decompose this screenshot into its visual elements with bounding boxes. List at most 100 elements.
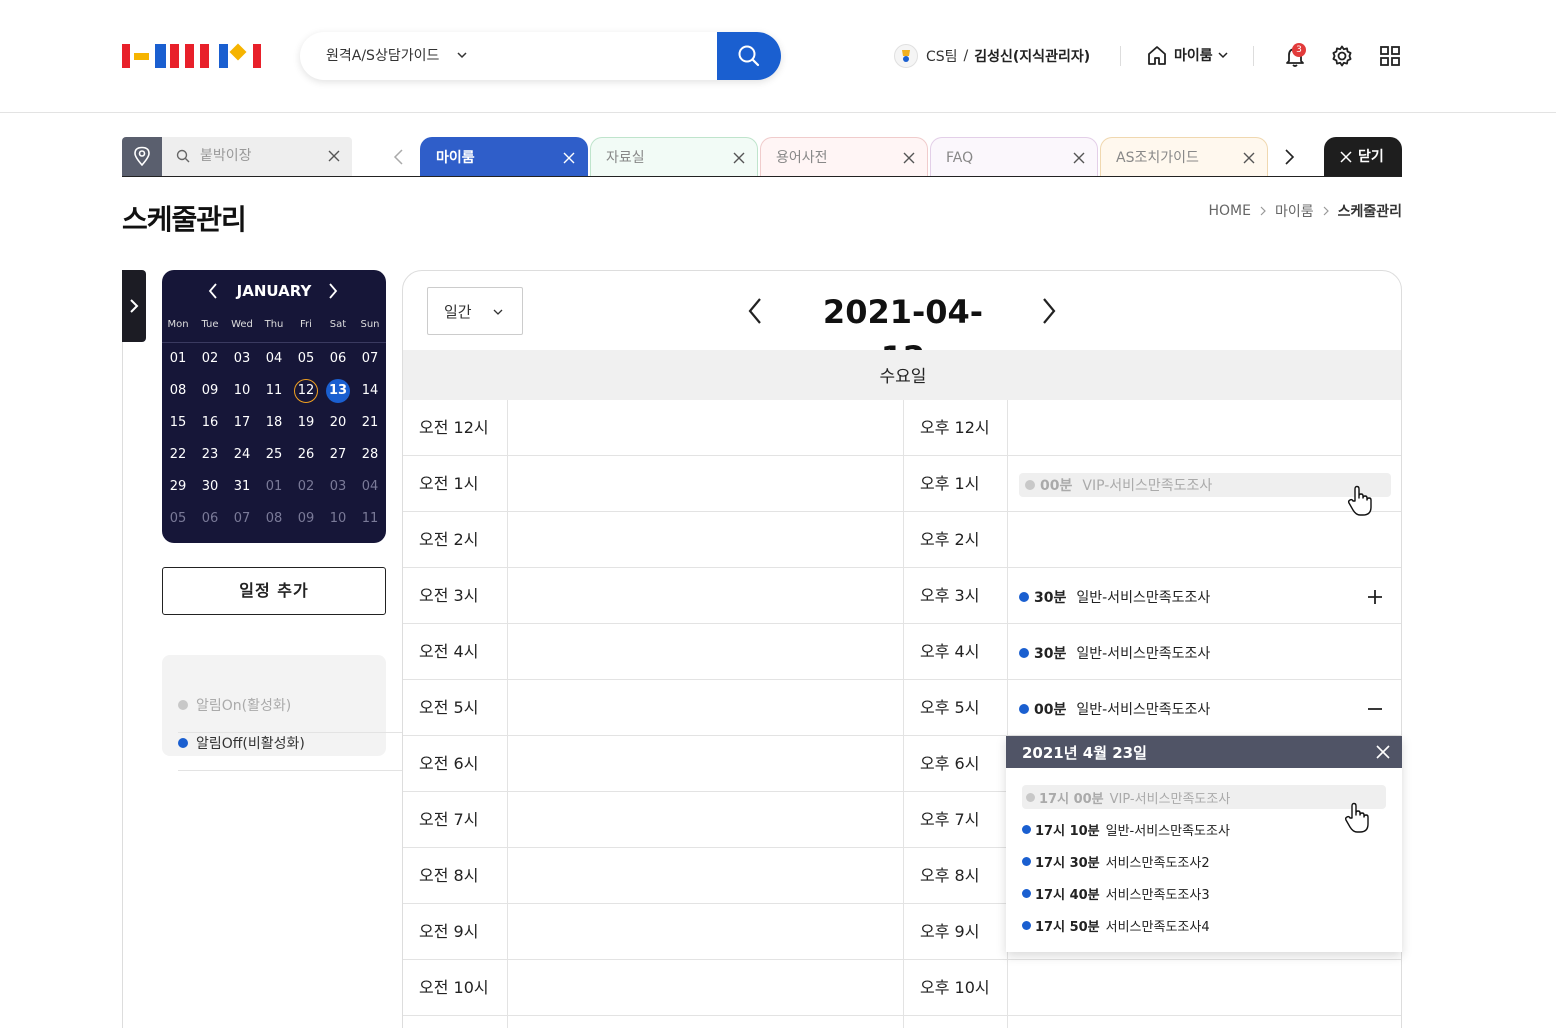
divider — [1253, 46, 1254, 66]
tab-glossary[interactable]: 용어사전 — [760, 137, 928, 176]
calendar-day[interactable]: 14 — [358, 379, 382, 403]
calendar-day[interactable]: 10 — [230, 379, 254, 403]
tab-faq[interactable]: FAQ — [930, 137, 1098, 176]
chevron-left-icon[interactable] — [392, 149, 406, 165]
calendar-day[interactable]: 04 — [262, 347, 286, 371]
close-icon[interactable] — [903, 152, 915, 164]
calendar-day[interactable]: 18 — [262, 411, 286, 435]
calendar-day[interactable]: 01 — [166, 347, 190, 371]
calendar-day[interactable]: 15 — [166, 411, 190, 435]
weekday-label: Mon — [167, 319, 189, 330]
notification-button[interactable]: 3 — [1283, 43, 1307, 68]
close-all-tabs-button[interactable]: 닫기 — [1324, 137, 1402, 176]
calendar-day[interactable]: 17 — [230, 411, 254, 435]
tab-library[interactable]: 자료실 — [590, 137, 758, 176]
apps-button[interactable] — [1379, 45, 1401, 67]
view-select[interactable]: 일간 — [427, 287, 523, 335]
sidebar-toggle[interactable] — [122, 270, 146, 342]
close-icon[interactable] — [563, 152, 575, 164]
schedule-event[interactable]: 00분 일반-서비스만족도조사 — [1019, 697, 1210, 721]
pm-hour-label: 오후 10시 — [920, 978, 990, 997]
collapse-icon[interactable] — [1367, 701, 1383, 717]
event-title: 서비스만족도조사3 — [1105, 887, 1210, 903]
calendar-day[interactable]: 03 — [230, 347, 254, 371]
pm-hour-label: 오후 12시 — [920, 418, 990, 437]
tab-myroom[interactable]: 마이룸 — [420, 137, 588, 176]
chevron-right-icon[interactable] — [1041, 297, 1057, 325]
calendar-day[interactable]: 08 — [262, 507, 286, 531]
logo[interactable] — [122, 43, 262, 68]
calendar-day[interactable]: 25 — [262, 443, 286, 467]
calendar-day[interactable]: 09 — [198, 379, 222, 403]
calendar-day[interactable]: 11 — [262, 379, 286, 403]
calendar-day[interactable]: 26 — [294, 443, 318, 467]
event-title: 일반-서비스만족도조사 — [1076, 646, 1211, 662]
calendar-day[interactable]: 22 — [166, 443, 190, 467]
popup-event[interactable]: 17시 50분 서비스만족도조사4 — [1022, 913, 1210, 937]
schedule-event[interactable]: 30분 일반-서비스만족도조사 — [1019, 585, 1210, 609]
popup-event[interactable]: 17시 00분 VIP-서비스만족도조사 — [1022, 785, 1386, 809]
add-schedule-button[interactable]: 일정 추가 — [162, 567, 386, 615]
chevron-right-icon[interactable] — [1282, 149, 1296, 165]
settings-button[interactable] — [1330, 44, 1354, 68]
calendar-day[interactable]: 19 — [294, 411, 318, 435]
calendar-day[interactable]: 13 — [326, 379, 350, 403]
close-icon[interactable] — [1243, 152, 1255, 164]
pm-hour-label: 오후 9시 — [920, 922, 980, 941]
calendar-day[interactable]: 08 — [166, 379, 190, 403]
chevron-right-icon[interactable] — [328, 283, 338, 299]
calendar-day[interactable]: 24 — [230, 443, 254, 467]
calendar-day[interactable]: 07 — [230, 507, 254, 531]
clear-icon[interactable] — [328, 150, 340, 162]
breadcrumb-myroom[interactable]: 마이룸 — [1275, 201, 1314, 221]
location-button[interactable] — [122, 137, 162, 176]
tab-search-input[interactable]: 붙박이장 — [162, 137, 352, 176]
calendar-day[interactable]: 21 — [358, 411, 382, 435]
calendar-day[interactable]: 03 — [326, 475, 350, 499]
legend-label: 알림Off(비활성화) — [196, 735, 305, 752]
calendar-day[interactable]: 31 — [230, 475, 254, 499]
calendar-day[interactable]: 09 — [294, 507, 318, 531]
chevron-left-icon[interactable] — [747, 297, 763, 325]
calendar-day[interactable]: 02 — [294, 475, 318, 499]
calendar-day[interactable]: 06 — [326, 347, 350, 371]
calendar-day[interactable]: 06 — [198, 507, 222, 531]
calendar-day[interactable]: 12 — [294, 379, 318, 403]
event-title: VIP-서비스만족도조사 — [1082, 478, 1213, 494]
myroom-menu[interactable]: 마이룸 — [1146, 44, 1229, 66]
calendar-day[interactable]: 27 — [326, 443, 350, 467]
calendar-month: JANUARY — [236, 282, 312, 300]
calendar-day[interactable]: 04 — [358, 475, 382, 499]
global-search[interactable]: 원격A/S상담가이드 — [300, 32, 781, 80]
event-minute: 00분 — [1040, 478, 1073, 494]
calendar-day[interactable]: 01 — [262, 475, 286, 499]
calendar-day[interactable]: 07 — [358, 347, 382, 371]
popup-event[interactable]: 17시 10분 일반-서비스만족도조사 — [1022, 817, 1230, 841]
search-button[interactable] — [717, 32, 781, 80]
calendar-day[interactable]: 20 — [326, 411, 350, 435]
header: 원격A/S상담가이드 CS팀 / 김성신(지식관리자) 마이룸 3 — [0, 0, 1556, 113]
calendar-day[interactable]: 10 — [326, 507, 350, 531]
search-category[interactable]: 원격A/S상담가이드 — [326, 32, 439, 80]
popup-event[interactable]: 17시 40분 서비스만족도조사3 — [1022, 881, 1210, 905]
calendar-day[interactable]: 05 — [294, 347, 318, 371]
calendar-day[interactable]: 16 — [198, 411, 222, 435]
calendar-day[interactable]: 23 — [198, 443, 222, 467]
breadcrumb-home[interactable]: HOME — [1208, 203, 1250, 219]
calendar-day[interactable]: 30 — [198, 475, 222, 499]
tab-label: AS조치가이드 — [1116, 150, 1199, 166]
popup-event[interactable]: 17시 30분 서비스만족도조사2 — [1022, 849, 1210, 873]
close-icon[interactable] — [1376, 745, 1390, 759]
close-icon[interactable] — [733, 152, 745, 164]
close-icon[interactable] — [1073, 152, 1085, 164]
expand-icon[interactable] — [1367, 589, 1383, 605]
calendar-day[interactable]: 11 — [358, 507, 382, 531]
tab-as-guide[interactable]: AS조치가이드 — [1100, 137, 1268, 176]
calendar-day[interactable]: 02 — [198, 347, 222, 371]
schedule-event[interactable]: 00분 VIP-서비스만족도조사 — [1019, 473, 1391, 497]
calendar-day[interactable]: 28 — [358, 443, 382, 467]
calendar-day[interactable]: 29 — [166, 475, 190, 499]
schedule-event[interactable]: 30분 일반-서비스만족도조사 — [1019, 641, 1210, 665]
user-name[interactable]: 김성신(지식관리자) — [974, 46, 1090, 66]
calendar-day[interactable]: 05 — [166, 507, 190, 531]
